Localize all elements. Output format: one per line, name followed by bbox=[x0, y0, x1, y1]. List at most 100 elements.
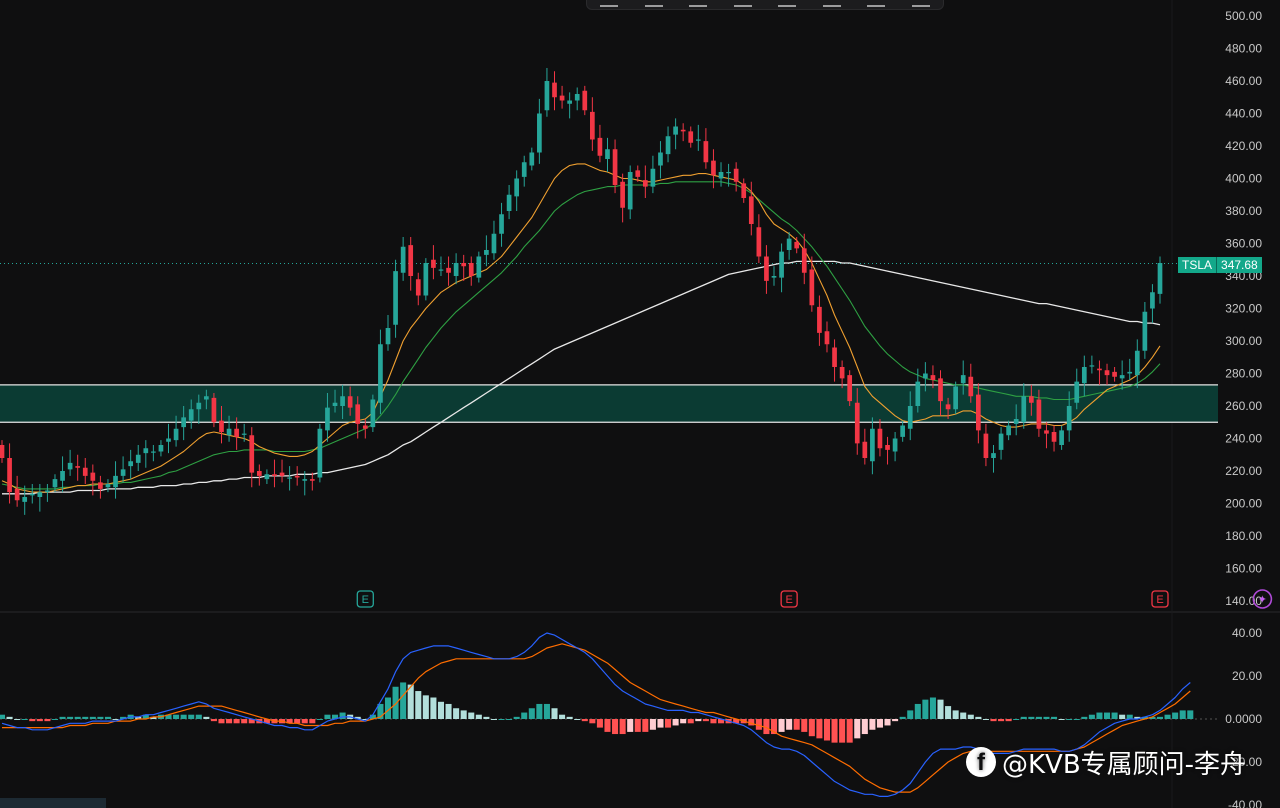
candle-body bbox=[113, 475, 118, 488]
candle-body bbox=[196, 402, 202, 410]
candle-body bbox=[960, 375, 966, 384]
macd-histogram-bar bbox=[929, 697, 936, 719]
candle-body bbox=[1089, 365, 1095, 367]
macd-histogram-bar bbox=[642, 719, 649, 732]
macd-histogram-bar bbox=[1081, 716, 1088, 719]
macd-histogram-bar bbox=[195, 714, 202, 719]
macd-histogram-bar bbox=[1020, 716, 1027, 719]
candle-body bbox=[877, 428, 883, 449]
candle-body bbox=[514, 178, 520, 197]
candle-body bbox=[287, 477, 292, 479]
macd-histogram-bar bbox=[543, 703, 550, 719]
price-tick-label: 360.00 bbox=[1225, 237, 1262, 251]
macd-histogram-bar bbox=[1126, 714, 1133, 719]
macd-histogram-bar bbox=[649, 719, 656, 730]
price-tick-label: 480.00 bbox=[1225, 42, 1262, 56]
candle-body bbox=[892, 438, 898, 452]
price-tick-label: 220.00 bbox=[1225, 464, 1262, 478]
macd-histogram-bar bbox=[415, 691, 422, 719]
candle-body bbox=[1104, 370, 1110, 376]
candle-body bbox=[930, 375, 936, 380]
candle-body bbox=[900, 425, 906, 437]
macd-histogram-bar bbox=[778, 719, 785, 732]
macd-histogram-bar bbox=[1164, 714, 1171, 719]
macd-histogram-bar bbox=[112, 719, 119, 720]
candle-body bbox=[0, 445, 5, 458]
candle-body bbox=[128, 461, 134, 467]
toolbar-icon-8[interactable] bbox=[911, 0, 930, 7]
candle-body bbox=[680, 129, 686, 132]
event-marker-label: ✦ bbox=[1258, 593, 1267, 606]
candle-body bbox=[461, 263, 467, 267]
macd-histogram-bar bbox=[892, 719, 899, 722]
macd-histogram-bar bbox=[574, 719, 581, 720]
toolbar-icon-2[interactable] bbox=[644, 0, 663, 7]
macd-histogram-bar bbox=[960, 712, 967, 719]
facebook-icon: f bbox=[966, 747, 996, 777]
candle-body bbox=[809, 269, 815, 306]
macd-histogram-bar bbox=[6, 716, 13, 719]
macd-histogram-bar bbox=[793, 719, 800, 730]
macd-histogram-bar bbox=[294, 719, 301, 724]
watermark-text: @KVB专属顾问-李舟 bbox=[1002, 749, 1247, 780]
macd-histogram-bar bbox=[1073, 719, 1080, 720]
candle-body bbox=[105, 484, 111, 488]
candle-body bbox=[1157, 263, 1163, 294]
macd-histogram-bar bbox=[97, 716, 104, 719]
macd-histogram-bar bbox=[619, 719, 626, 735]
macd-histogram-bar bbox=[226, 719, 233, 724]
toolbar-icon-6[interactable] bbox=[822, 0, 841, 7]
macd-histogram-bar bbox=[498, 719, 505, 720]
candle-body bbox=[1059, 430, 1064, 445]
candle-body bbox=[75, 466, 81, 468]
candle-body bbox=[673, 126, 678, 135]
candle-body bbox=[1013, 419, 1019, 424]
macd-histogram-bar bbox=[324, 714, 331, 719]
toolbar-icon-5[interactable] bbox=[778, 0, 797, 7]
macd-histogram-bar bbox=[1058, 719, 1065, 720]
price-tick-label: 400.00 bbox=[1225, 172, 1262, 186]
macd-histogram-bar bbox=[1005, 719, 1012, 722]
candle-body bbox=[642, 180, 648, 187]
macd-histogram-bar bbox=[67, 716, 74, 719]
macd-histogram-bar bbox=[808, 719, 815, 737]
macd-histogram-bar bbox=[967, 714, 974, 719]
macd-histogram-bar bbox=[839, 719, 846, 743]
drawing-toolbar[interactable] bbox=[586, 0, 944, 10]
macd-histogram-bar bbox=[998, 719, 1005, 722]
macd-histogram-bar bbox=[74, 716, 81, 719]
macd-histogram-bar bbox=[513, 716, 520, 719]
macd-histogram-bar bbox=[316, 719, 323, 720]
candle-body bbox=[779, 251, 784, 278]
macd-histogram-bar bbox=[44, 719, 51, 722]
candle-body bbox=[173, 428, 179, 441]
ticker-symbol: TSLA bbox=[1178, 257, 1217, 273]
candle-body bbox=[695, 139, 701, 141]
candle-body bbox=[415, 279, 421, 296]
candle-body bbox=[14, 488, 20, 501]
macd-histogram-bar bbox=[233, 719, 240, 724]
candle-body bbox=[279, 472, 285, 476]
candle-body bbox=[1134, 350, 1140, 376]
candle-body bbox=[1142, 311, 1148, 351]
toolbar-icon-7[interactable] bbox=[867, 0, 886, 7]
candle-body bbox=[983, 433, 989, 458]
macd-histogram-bar bbox=[589, 719, 596, 724]
candle-body bbox=[325, 407, 330, 431]
candle-body bbox=[794, 241, 800, 249]
candle-body bbox=[801, 248, 807, 273]
candle-body bbox=[29, 493, 35, 496]
price-tick-label: 420.00 bbox=[1225, 139, 1262, 153]
macd-histogram-bar bbox=[422, 695, 429, 719]
macd-histogram-bar bbox=[665, 719, 672, 728]
toolbar-icon-1[interactable] bbox=[600, 0, 619, 7]
toolbar-icon-4[interactable] bbox=[733, 0, 752, 7]
toolbar-icon-3[interactable] bbox=[689, 0, 708, 7]
macd-histogram-bar bbox=[475, 714, 482, 719]
macd-histogram-bar bbox=[884, 719, 891, 726]
candle-body bbox=[945, 404, 951, 410]
candle-body bbox=[90, 472, 96, 481]
candle-body bbox=[650, 168, 656, 187]
candle-body bbox=[741, 183, 747, 198]
candle-body bbox=[839, 367, 845, 379]
